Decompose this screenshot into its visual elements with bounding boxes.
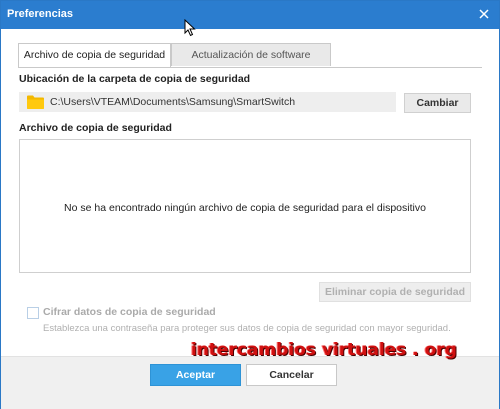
title-bar[interactable]: Preferencias bbox=[1, 1, 499, 29]
watermark-text: intercambios virtuales . org bbox=[191, 340, 457, 360]
backup-location-label: Ubicación de la carpeta de copia de segu… bbox=[19, 73, 251, 85]
backup-files-label: Archivo de copia de seguridad bbox=[19, 122, 172, 134]
tab-bar: Archivo de copia de seguridad Actualizac… bbox=[18, 43, 482, 68]
encrypt-checkbox[interactable] bbox=[27, 307, 39, 319]
encrypt-label[interactable]: Cifrar datos de copia de seguridad bbox=[43, 306, 216, 318]
tab-software-update[interactable]: Actualización de software bbox=[171, 43, 331, 66]
cancel-button[interactable]: Cancelar bbox=[246, 364, 337, 386]
window-title: Preferencias bbox=[7, 8, 74, 20]
close-icon[interactable] bbox=[475, 5, 493, 23]
delete-backup-button[interactable]: Eliminar copia de seguridad bbox=[319, 282, 471, 302]
encrypt-description: Establezca una contraseña para proteger … bbox=[43, 323, 451, 334]
preferences-dialog: Preferencias Archivo de copia de segurid… bbox=[0, 0, 500, 409]
accept-button[interactable]: Aceptar bbox=[150, 364, 241, 386]
backup-path-field: C:\Users\VTEAM\Documents\Samsung\SmartSw… bbox=[19, 92, 396, 112]
tab-backup-file[interactable]: Archivo de copia de seguridad bbox=[18, 43, 171, 67]
mouse-cursor-icon bbox=[184, 18, 196, 37]
backup-files-list[interactable]: No se ha encontrado ningún archivo de co… bbox=[19, 139, 471, 273]
folder-icon bbox=[27, 95, 44, 109]
backup-path-text: C:\Users\VTEAM\Documents\Samsung\SmartSw… bbox=[50, 96, 296, 108]
empty-list-message: No se ha encontrado ningún archivo de co… bbox=[64, 202, 426, 214]
change-button[interactable]: Cambiar bbox=[404, 93, 471, 113]
